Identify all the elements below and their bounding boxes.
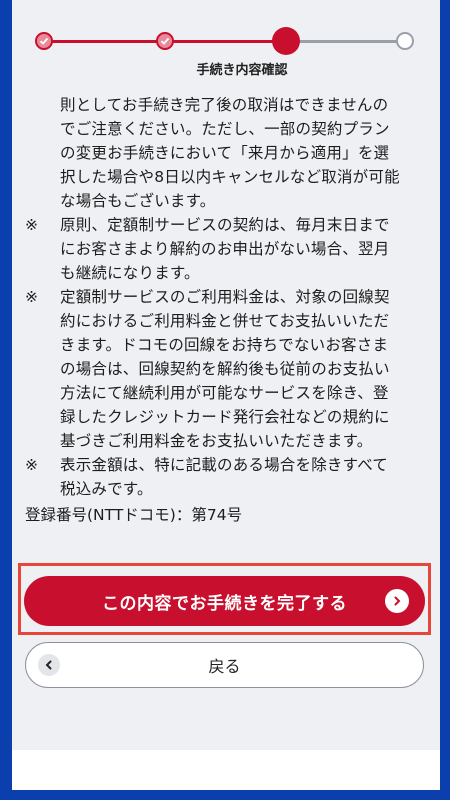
stepper-line-2 xyxy=(172,40,288,43)
note-mark: ※ xyxy=(25,216,38,234)
intro-paragraph: 則としてお手続き完了後の取消はできませんの でご注意ください。ただし、一部の契約… xyxy=(12,93,440,213)
intro-line: な場合もございます。 xyxy=(60,192,216,210)
note-line: 表示金額は、特に記載のある場合を除きすべて xyxy=(60,456,388,474)
progress-stepper: 手続き内容確認 xyxy=(12,0,440,80)
note-mark: ※ xyxy=(25,288,38,306)
note-text: 定額制サービスのご利用料金は、対象の回線契 約におけるご利用料金と併せてお支払い… xyxy=(60,285,402,453)
intro-line: でご注意ください。ただし、一部の契約プラン xyxy=(60,120,390,138)
note-line: にお客さまより解約のお申出がない場合、翌月 xyxy=(60,240,390,258)
note-line: 基づきご利用料金をお支払いいただきます。 xyxy=(60,432,373,450)
note-line: 定額制サービスのご利用料金は、対象の回線契 xyxy=(60,288,390,306)
note-item: ※ 表示金額は、特に記載のある場合を除きすべて 税込みです。 xyxy=(12,453,440,501)
registration-number: 登録番号(NTTドコモ)：第74号 xyxy=(25,506,243,524)
note-item: ※ 定額制サービスのご利用料金は、対象の回線契 約におけるご利用料金と併せてお支… xyxy=(12,285,440,453)
note-line: 録したクレジットカード発行会社などの規約に xyxy=(60,408,390,426)
back-button[interactable]: 戻る xyxy=(25,642,424,688)
note-line: も継続になります。 xyxy=(60,264,200,282)
step-4-pending-dot xyxy=(396,32,414,50)
note-line: 約におけるご利用料金と併せてお支払いいただ xyxy=(60,312,390,330)
chevron-right-icon xyxy=(385,589,409,613)
chevron-left-icon xyxy=(38,654,60,676)
note-line: 税込みです。 xyxy=(60,480,153,498)
note-mark: ※ xyxy=(25,456,38,474)
bottom-bar xyxy=(12,750,440,790)
note-line: の場合は、回線契約を解約後も従前のお支払い xyxy=(60,360,390,378)
stepper-line-1 xyxy=(44,40,172,43)
intro-line: 択した場合や8日以内キャンセルなど取消が可能 xyxy=(60,168,400,186)
note-item: ※ 原則、定額制サービスの契約は、毎月末日まで にお客さまより解約のお申出がない… xyxy=(12,213,440,285)
phone-screen: 手続き内容確認 則としてお手続き完了後の取消はできませんの でご注意ください。た… xyxy=(12,0,440,790)
step-current-label: 手続き内容確認 xyxy=(196,63,288,78)
note-line: 方法にて継続利用が可能なサービスを除き、登 xyxy=(60,384,389,402)
note-line: 原則、定額制サービスの契約は、毎月末日まで xyxy=(60,216,390,234)
complete-procedure-button[interactable]: この内容でお手続きを完了する xyxy=(24,576,425,626)
stepper-line-3 xyxy=(298,40,406,43)
back-button-label: 戻る xyxy=(208,657,241,676)
step-2-check-icon xyxy=(156,32,174,50)
note-text: 表示金額は、特に記載のある場合を除きすべて 税込みです。 xyxy=(60,453,400,501)
terms-content: 則としてお手続き完了後の取消はできませんの でご注意ください。ただし、一部の契約… xyxy=(12,93,440,527)
intro-line: の変更お手続きにおいて「来月から適用」を選 xyxy=(60,144,390,162)
note-text: 原則、定額制サービスの契約は、毎月末日まで にお客さまより解約のお申出がない場合… xyxy=(60,213,402,285)
step-3-current-dot xyxy=(272,27,300,55)
note-line: きます。ドコモの回線をお持ちでないお客さま xyxy=(60,336,389,354)
complete-button-label: この内容でお手続きを完了する xyxy=(102,593,347,614)
intro-line: 則としてお手続き完了後の取消はできませんの xyxy=(60,96,389,114)
step-1-check-icon xyxy=(35,32,53,50)
